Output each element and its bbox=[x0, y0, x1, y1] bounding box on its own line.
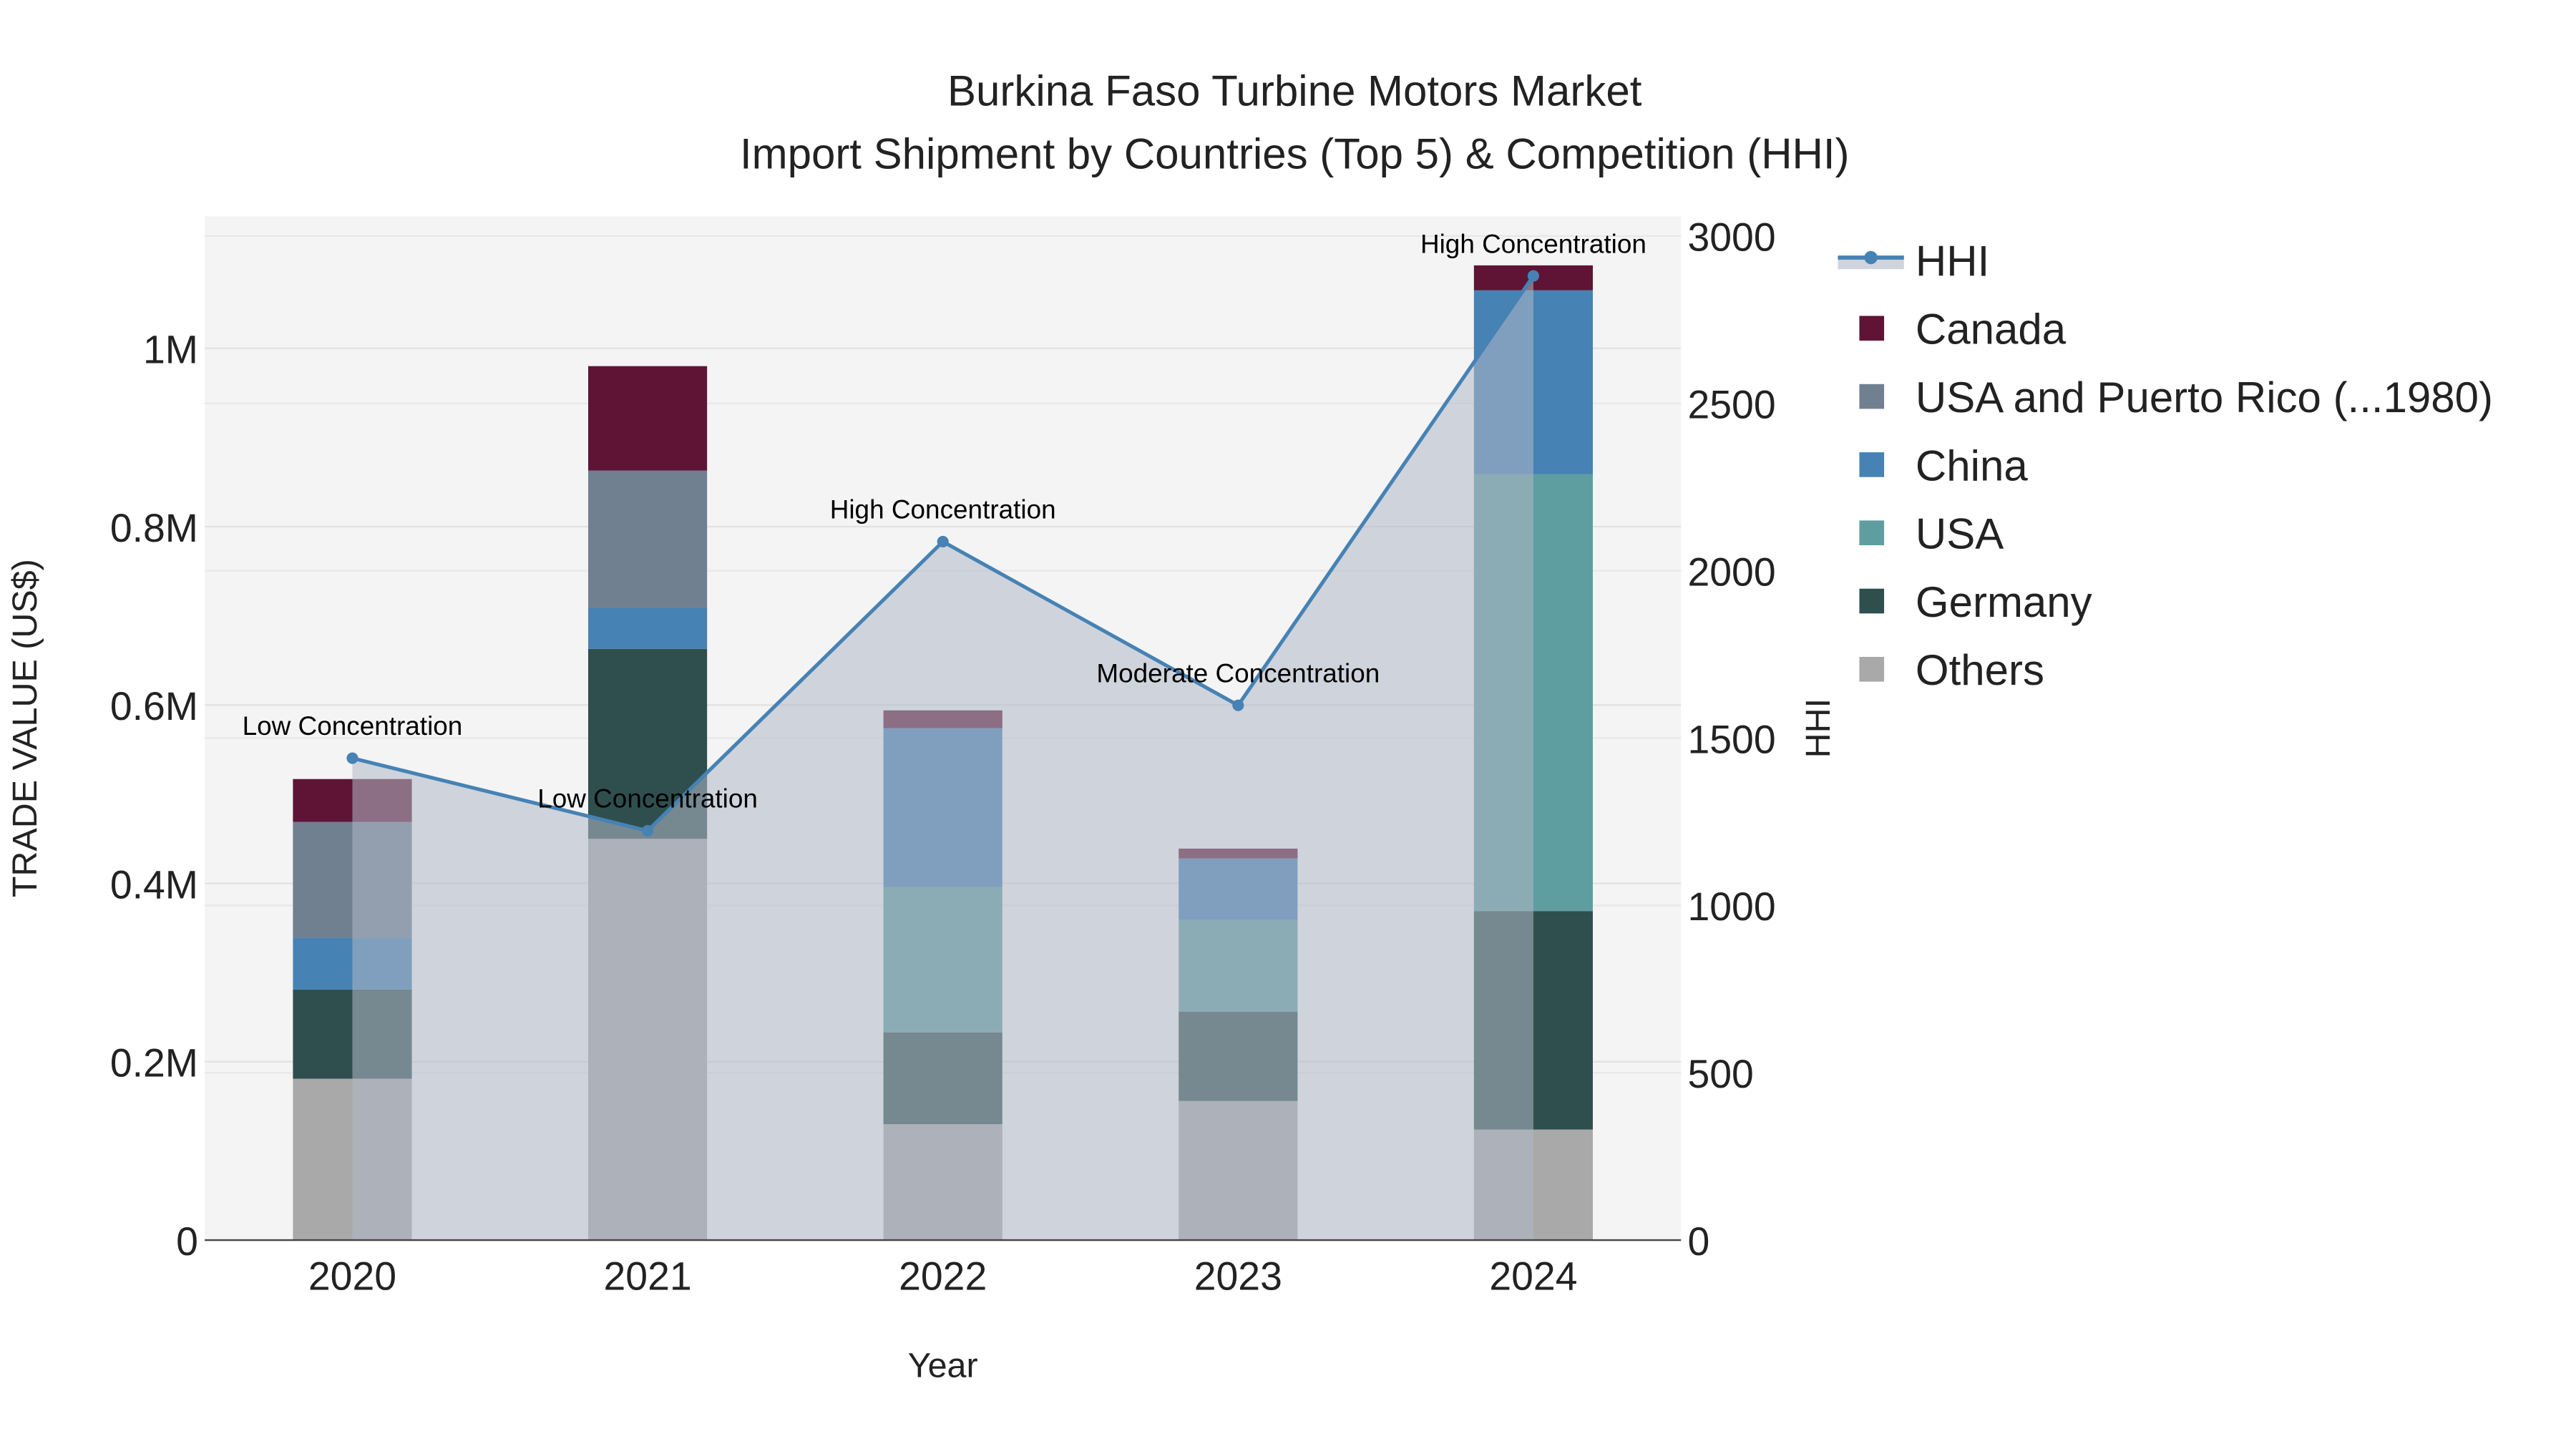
chart-title: Burkina Faso Turbine Motors Market bbox=[947, 67, 1642, 115]
x-tick-label: 2023 bbox=[1194, 1254, 1282, 1298]
y-tick-label: 1M bbox=[143, 328, 198, 372]
bar-usa-and-puerto-rico-1980--2021 bbox=[588, 470, 708, 608]
x-tick-label: 2021 bbox=[603, 1254, 691, 1298]
y-tick-label: 0.2M bbox=[110, 1041, 198, 1085]
legend-label: Others bbox=[1916, 646, 2044, 694]
bar-canada-2021 bbox=[588, 366, 708, 471]
x-axis-title: Year bbox=[908, 1347, 978, 1385]
y2-axis-title: HHI bbox=[1799, 698, 1838, 758]
hhi-annotation: High Concentration bbox=[830, 495, 1056, 525]
hhi-point-2023 bbox=[1232, 699, 1244, 711]
hhi-annotation: Low Concentration bbox=[243, 711, 463, 741]
y-tick-label: 0.8M bbox=[110, 506, 198, 550]
y2-tick-label: 1500 bbox=[1687, 717, 1775, 761]
y2-tick-label: 3000 bbox=[1687, 215, 1775, 260]
y2-tick-label: 500 bbox=[1687, 1052, 1753, 1096]
y-tick-label: 0.6M bbox=[110, 684, 198, 728]
legend-swatch bbox=[1859, 316, 1885, 341]
y2-tick-label: 1000 bbox=[1687, 884, 1775, 929]
x-tick-label: 2020 bbox=[308, 1254, 396, 1298]
bar-china-2021 bbox=[588, 608, 708, 649]
chart-subtitle: Import Shipment by Countries (Top 5) & C… bbox=[740, 130, 1850, 177]
y2-tick-label: 0 bbox=[1687, 1219, 1709, 1264]
legend-swatch bbox=[1859, 588, 1885, 614]
legend-label: USA and Puerto Rico (...1980) bbox=[1916, 374, 2493, 421]
y-axis-title: TRADE VALUE (US$) bbox=[6, 559, 44, 897]
y2-tick-label: 2500 bbox=[1687, 383, 1775, 427]
legend-swatch bbox=[1859, 657, 1885, 682]
x-tick-label: 2024 bbox=[1489, 1254, 1577, 1298]
legend-swatch bbox=[1859, 520, 1885, 545]
legend-label: Canada bbox=[1916, 306, 2067, 353]
y-tick-label: 0 bbox=[176, 1219, 198, 1264]
legend-label: China bbox=[1916, 441, 2028, 489]
hhi-point-2024 bbox=[1527, 270, 1539, 282]
hhi-annotation: High Concentration bbox=[1420, 229, 1646, 258]
legend-label-hhi: HHI bbox=[1916, 237, 1989, 285]
y-tick-label: 0.4M bbox=[110, 862, 198, 907]
hhi-annotation: Low Concentration bbox=[537, 784, 758, 814]
legend-swatch bbox=[1859, 452, 1885, 477]
legend-label: Germany bbox=[1916, 578, 2092, 626]
legend-swatch bbox=[1859, 384, 1885, 409]
legend-hhi-marker bbox=[1864, 250, 1878, 265]
hhi-point-2022 bbox=[937, 535, 949, 548]
hhi-point-2020 bbox=[346, 752, 358, 764]
hhi-point-2021 bbox=[642, 824, 654, 837]
legend-label: USA bbox=[1916, 510, 2004, 558]
y2-tick-label: 2000 bbox=[1687, 550, 1775, 594]
chart: Burkina Faso Turbine Motors Market Impor… bbox=[6, 67, 2493, 1385]
hhi-annotation: Moderate Concentration bbox=[1096, 658, 1380, 688]
x-tick-label: 2022 bbox=[899, 1254, 987, 1298]
